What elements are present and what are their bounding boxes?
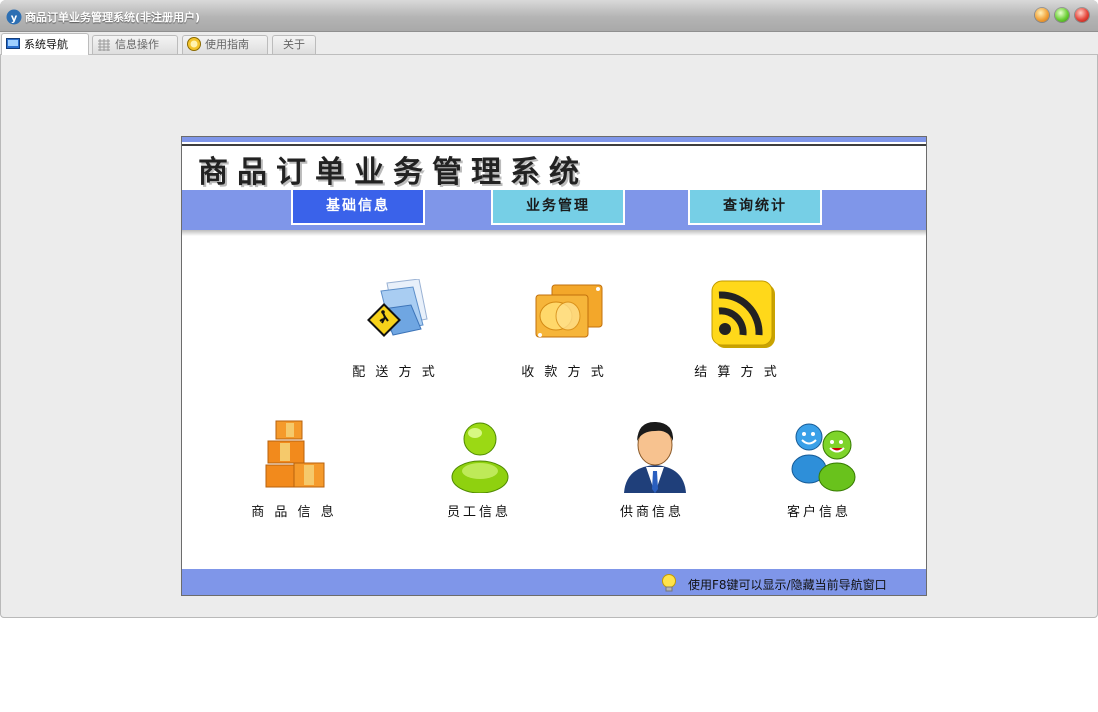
folder-sign-icon [367, 279, 428, 337]
nav-item-label: 员工信息 [446, 505, 511, 520]
lightbulb-icon [662, 574, 676, 592]
tab-bar: 系统导航 信息操作 使用指南 关于 [0, 32, 1098, 55]
nav-item-label: 供商信息 [619, 505, 684, 520]
tab-user-guide[interactable]: 使用指南 [182, 35, 268, 54]
grid-icon [98, 39, 110, 51]
app-window: y 商品订单业务管理系统(非注册用户) 系统导航 信息操作 使用指南 关于 商品… [0, 0, 1098, 618]
rss-icon [711, 280, 775, 348]
menu-divider [182, 230, 926, 236]
footer-hint: 使用F8键可以显示/隐藏当前导航窗口 [688, 578, 887, 592]
menu-basic-info[interactable]: 基础信息 [291, 190, 425, 225]
monitor-icon [6, 38, 20, 49]
close-button[interactable] [1075, 8, 1089, 22]
nav-item-label: 商 品 信 息 [251, 505, 337, 520]
nav-item-label: 结 算 方 式 [694, 365, 780, 380]
menu-business-management[interactable]: 业务管理 [491, 190, 625, 225]
panel-top-rule [182, 144, 926, 146]
nav-item-label: 客户信息 [786, 505, 851, 520]
help-icon [187, 37, 201, 51]
nav-employee-info[interactable]: 员工信息 [419, 419, 539, 539]
gold-cards-icon [535, 284, 603, 338]
menu-query-statistics[interactable]: 查询统计 [688, 190, 822, 225]
minimize-button[interactable] [1035, 8, 1049, 22]
nav-item-label: 配 送 方 式 [352, 365, 438, 380]
title-bar[interactable]: y 商品订单业务管理系统(非注册用户) [0, 0, 1098, 32]
tab-label: 使用指南 [205, 38, 249, 51]
nav-supplier-info[interactable]: 供商信息 [592, 419, 712, 539]
navigation-panel: 商品订单业务管理系统 基础信息 业务管理 查询统计 配 送 方 式 收 款 方 … [181, 136, 927, 596]
nav-payment-method[interactable]: 收 款 方 式 [504, 279, 624, 399]
businessman-icon [624, 421, 686, 493]
tab-about[interactable]: 关于 [272, 35, 316, 54]
window-title: 商品订单业务管理系统(非注册用户) [25, 11, 201, 24]
panel-title: 商品订单业务管理系统 [198, 155, 588, 190]
tab-label: 信息操作 [115, 38, 159, 51]
tab-label: 关于 [283, 38, 305, 51]
status-footer: 使用F8键可以显示/隐藏当前导航窗口 [182, 569, 926, 595]
nav-item-label: 收 款 方 式 [521, 365, 607, 380]
nav-settlement-method[interactable]: 结 算 方 式 [677, 279, 797, 399]
app-logo-icon: y [6, 9, 22, 25]
tab-system-navigation[interactable]: 系统导航 [1, 33, 89, 55]
nav-product-info[interactable]: 商 品 信 息 [234, 419, 354, 539]
users-icon [791, 423, 856, 492]
panel-top-stripe [182, 137, 926, 142]
nav-customer-info[interactable]: 客户信息 [759, 419, 879, 539]
tab-info-operation[interactable]: 信息操作 [92, 35, 178, 54]
svg-text:y: y [11, 13, 18, 24]
maximize-button[interactable] [1055, 8, 1069, 22]
category-menu: 基础信息 业务管理 查询统计 [182, 190, 926, 230]
nav-delivery-method[interactable]: 配 送 方 式 [335, 279, 455, 399]
tab-label: 系统导航 [24, 38, 68, 51]
user-green-icon [451, 422, 509, 493]
boxes-icon [265, 420, 325, 488]
